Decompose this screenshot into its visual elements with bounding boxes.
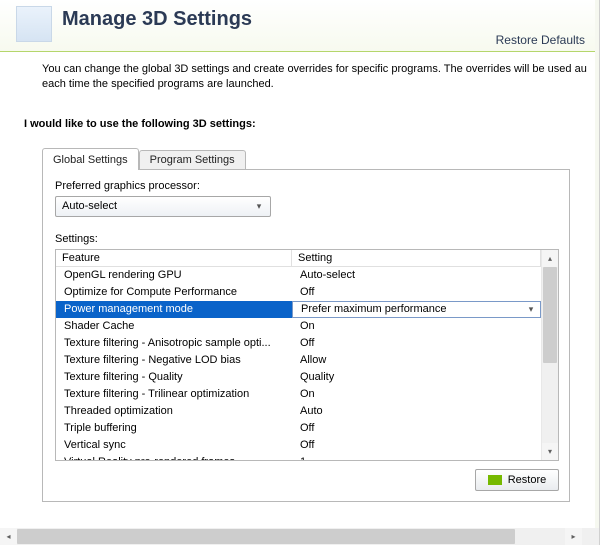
table-row[interactable]: Texture filtering - Anisotropic sample o… [56, 335, 541, 352]
window-horizontal-scrollbar[interactable]: ◂ ▸ [0, 528, 582, 545]
feature-cell: Optimize for Compute Performance [56, 284, 292, 301]
setting-cell: Off [292, 284, 541, 301]
restore-defaults-link[interactable]: Restore Defaults [496, 33, 585, 47]
column-setting[interactable]: Setting [292, 250, 541, 267]
intro-text-line1: You can change the global 3D settings an… [42, 62, 589, 77]
setting-dropdown[interactable]: Prefer maximum performance ▾ [292, 301, 541, 318]
table-row[interactable]: Power management modePrefer maximum perf… [56, 301, 541, 318]
header: Manage 3D Settings Restore Defaults [0, 0, 599, 52]
settings-table: Feature Setting OpenGL rendering GPUAuto… [55, 249, 559, 461]
feature-cell: Virtual Reality pre-rendered frames [56, 454, 292, 460]
table-row[interactable]: Texture filtering - Trilinear optimizati… [56, 386, 541, 403]
setting-value: Prefer maximum performance [301, 302, 447, 317]
setting-cell: Off [292, 335, 541, 352]
hscroll-track[interactable] [17, 528, 565, 545]
feature-cell: Texture filtering - Anisotropic sample o… [56, 335, 292, 352]
page-title: Manage 3D Settings [62, 8, 252, 31]
tabstrip: Global Settings Program Settings [42, 148, 589, 169]
chevron-down-icon: ▾ [251, 201, 267, 212]
tab-pane: Preferred graphics processor: Auto-selec… [42, 169, 570, 502]
scroll-down-icon[interactable]: ▾ [542, 443, 558, 460]
scroll-up-icon[interactable]: ▴ [542, 250, 558, 267]
preferred-gpu-label: Preferred graphics processor: [55, 180, 557, 192]
settings-header: Feature Setting [56, 250, 541, 267]
feature-cell: Texture filtering - Trilinear optimizati… [56, 386, 292, 403]
settings-vertical-scrollbar[interactable]: ▴ ▾ [541, 250, 558, 460]
chevron-down-icon: ▾ [524, 302, 538, 317]
tab-program-settings[interactable]: Program Settings [139, 150, 246, 169]
setting-cell: On [292, 318, 541, 335]
setting-cell: On [292, 386, 541, 403]
table-row[interactable]: Texture filtering - Negative LOD biasAll… [56, 352, 541, 369]
settings-lead-label: I would like to use the following 3D set… [24, 118, 589, 130]
table-row[interactable]: Optimize for Compute PerformanceOff [56, 284, 541, 301]
feature-cell: Texture filtering - Negative LOD bias [56, 352, 292, 369]
setting-cell: 1 [292, 454, 541, 460]
table-row[interactable]: Vertical syncOff [56, 437, 541, 454]
scroll-track[interactable] [542, 267, 558, 443]
table-row[interactable]: OpenGL rendering GPUAuto-select [56, 267, 541, 284]
intro-text-line2: each time the specified programs are lau… [42, 77, 589, 92]
body: You can change the global 3D settings an… [0, 52, 599, 502]
restore-button-label: Restore [508, 474, 547, 486]
table-row[interactable]: Threaded optimizationAuto [56, 403, 541, 420]
setting-cell: Off [292, 437, 541, 454]
scroll-right-icon[interactable]: ▸ [565, 528, 582, 545]
feature-cell: Vertical sync [56, 437, 292, 454]
table-row[interactable]: Virtual Reality pre-rendered frames1 [56, 454, 541, 460]
settings-list: Feature Setting OpenGL rendering GPUAuto… [56, 250, 541, 460]
feature-cell: OpenGL rendering GPU [56, 267, 292, 284]
feature-cell: Texture filtering - Quality [56, 369, 292, 386]
restore-button[interactable]: Restore [475, 469, 559, 491]
feature-cell: Power management mode [56, 301, 292, 318]
table-row[interactable]: Triple bufferingOff [56, 420, 541, 437]
scroll-thumb[interactable] [543, 267, 557, 363]
feature-cell: Threaded optimization [56, 403, 292, 420]
nvidia-logo-icon [488, 475, 502, 485]
scroll-left-icon[interactable]: ◂ [0, 528, 17, 545]
hscroll-thumb[interactable] [17, 529, 515, 544]
tab-global-settings[interactable]: Global Settings [42, 148, 139, 170]
restore-row: Restore [55, 469, 559, 491]
settings-label: Settings: [55, 233, 557, 245]
manage-3d-settings-window: Manage 3D Settings Restore Defaults You … [0, 0, 600, 545]
setting-cell: Auto [292, 403, 541, 420]
feature-cell: Triple buffering [56, 420, 292, 437]
scroll-corner [582, 528, 599, 545]
nvidia-3d-icon [16, 6, 52, 42]
setting-cell: Off [292, 420, 541, 437]
right-gutter [595, 0, 599, 528]
setting-cell: Quality [292, 369, 541, 386]
table-row[interactable]: Texture filtering - QualityQuality [56, 369, 541, 386]
column-feature[interactable]: Feature [56, 250, 292, 267]
feature-cell: Shader Cache [56, 318, 292, 335]
setting-cell: Allow [292, 352, 541, 369]
setting-cell: Auto-select [292, 267, 541, 284]
preferred-gpu-dropdown[interactable]: Auto-select ▾ [55, 196, 271, 217]
preferred-gpu-value: Auto-select [62, 200, 117, 212]
table-row[interactable]: Shader CacheOn [56, 318, 541, 335]
